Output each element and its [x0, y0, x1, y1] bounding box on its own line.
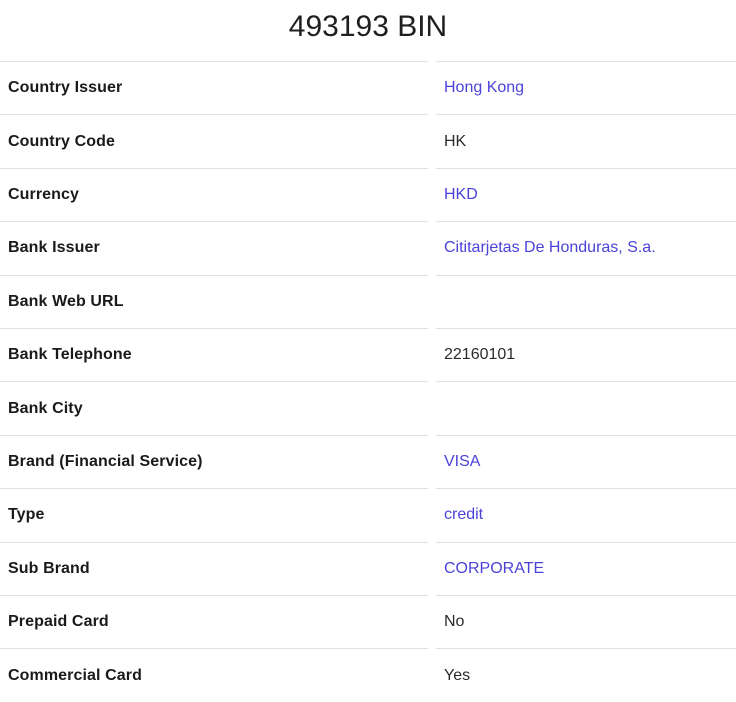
- row-value: Yes: [432, 649, 736, 702]
- value-text: 22160101: [444, 346, 515, 363]
- value-text: HK: [444, 133, 466, 150]
- value-text: Yes: [444, 667, 470, 684]
- value-link[interactable]: credit: [444, 506, 483, 523]
- value-link[interactable]: Cititarjetas De Honduras, S.a.: [444, 239, 656, 256]
- table-row: Type credit: [0, 489, 736, 542]
- table-row: Bank City: [0, 382, 736, 435]
- table-row: Country Code HK: [0, 115, 736, 168]
- row-label: Country Issuer: [0, 62, 432, 115]
- row-value: CORPORATE: [432, 542, 736, 595]
- row-label: Currency: [0, 168, 432, 221]
- row-label: Type: [0, 489, 432, 542]
- row-label: Prepaid Card: [0, 595, 432, 648]
- page-title: 493193 BIN: [0, 0, 736, 61]
- row-label: Brand (Financial Service): [0, 435, 432, 488]
- row-value: HKD: [432, 168, 736, 221]
- row-value: [432, 382, 736, 435]
- row-value: Hong Kong: [432, 62, 736, 115]
- row-label: Commercial Card: [0, 649, 432, 702]
- row-label: Bank Issuer: [0, 222, 432, 275]
- table-row: Brand (Financial Service) VISA: [0, 435, 736, 488]
- table-row: Bank Telephone 22160101: [0, 328, 736, 381]
- table-row: Bank Issuer Cititarjetas De Honduras, S.a…: [0, 222, 736, 275]
- row-value: credit: [432, 489, 736, 542]
- value-link[interactable]: VISA: [444, 453, 480, 470]
- bin-details-table: Country Issuer Hong Kong Country Code HK Cur…: [0, 61, 736, 702]
- row-value: No: [432, 595, 736, 648]
- table-row: Country Issuer Hong Kong: [0, 62, 736, 115]
- row-label: Country Code: [0, 115, 432, 168]
- row-label: Sub Brand: [0, 542, 432, 595]
- value-link[interactable]: Hong Kong: [444, 79, 524, 96]
- row-label: Bank City: [0, 382, 432, 435]
- bin-details-page: 493193 BIN Country IssuerHong KongCountr…: [0, 0, 736, 702]
- value-text: No: [444, 613, 464, 630]
- table-row: Currency HKD: [0, 168, 736, 221]
- row-value: Cititarjetas De Honduras, S.a.: [432, 222, 736, 275]
- value-link[interactable]: HKD: [444, 186, 478, 203]
- table-row: Prepaid Card No: [0, 595, 736, 648]
- row-value: VISA: [432, 435, 736, 488]
- row-label: Bank Telephone: [0, 328, 432, 381]
- row-value: [432, 275, 736, 328]
- table-row: Sub Brand CORPORATE: [0, 542, 736, 595]
- bin-details-table-body: Country Issuer Hong Kong Country Code HK Cur…: [0, 62, 736, 702]
- row-value: 22160101: [432, 328, 736, 381]
- table-row: Bank Web URL: [0, 275, 736, 328]
- row-label: Bank Web URL: [0, 275, 432, 328]
- row-value: HK: [432, 115, 736, 168]
- table-row: Commercial Card Yes: [0, 649, 736, 702]
- value-link[interactable]: CORPORATE: [444, 560, 544, 577]
